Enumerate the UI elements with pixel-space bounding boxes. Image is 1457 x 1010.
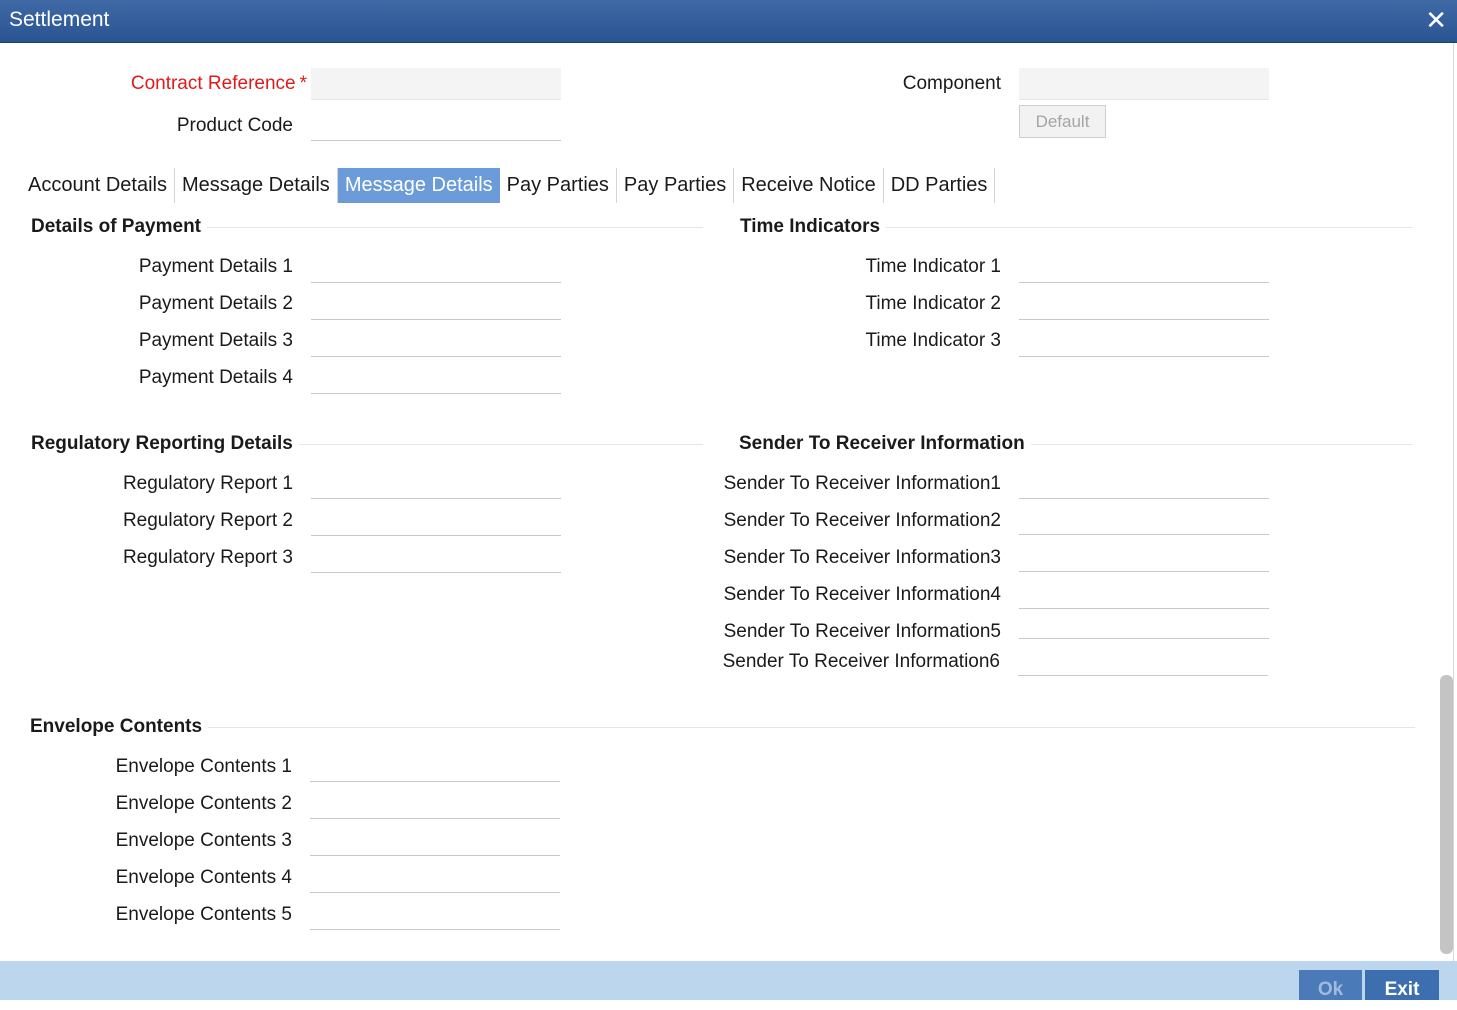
envelope-contents-2-label: Envelope Contents 2 <box>115 793 292 814</box>
regulatory-report-2-label: Regulatory Report 2 <box>122 510 293 531</box>
tab-account-details[interactable]: Account Details <box>21 168 175 203</box>
required-star: * <box>299 73 307 94</box>
tab-pay-parties[interactable]: Pay Parties <box>500 168 617 203</box>
sender-info-5-input[interactable] <box>1019 607 1269 639</box>
exit-button[interactable]: Exit <box>1365 970 1439 1000</box>
payment-details-3-label: Payment Details 3 <box>138 330 293 351</box>
vertical-scrollbar[interactable] <box>1440 675 1453 954</box>
component-label: Component <box>902 73 1001 94</box>
envelope-contents-4-input[interactable] <box>310 861 560 893</box>
envelope-contents-2-input[interactable] <box>310 787 560 819</box>
envelope-contents-3-label: Envelope Contents 3 <box>115 830 292 851</box>
contract-reference-label: Contract Reference * <box>130 73 307 94</box>
time-indicator-3-input[interactable] <box>1019 325 1269 357</box>
product-code-input[interactable] <box>311 109 561 141</box>
section-title-time: Time Indicators <box>740 216 887 238</box>
section-title-envelope: Envelope Contents <box>30 716 209 738</box>
sender-info-1-label: Sender To Receiver Information1 <box>723 473 1001 494</box>
tab-bar: Account Details Message Details Message … <box>21 168 996 203</box>
sender-info-2-label: Sender To Receiver Information2 <box>723 510 1001 531</box>
ok-button[interactable]: Ok <box>1299 970 1362 1000</box>
regulatory-report-2-input[interactable] <box>311 504 561 536</box>
envelope-contents-1-input[interactable] <box>310 750 560 782</box>
envelope-contents-3-input[interactable] <box>310 824 560 856</box>
sender-info-4-input[interactable] <box>1019 577 1269 609</box>
window-title: Settlement <box>9 8 110 31</box>
time-indicator-1-input[interactable] <box>1019 251 1269 283</box>
tab-message-details-active[interactable]: Message Details <box>337 168 500 203</box>
sender-info-2-input[interactable] <box>1019 503 1269 535</box>
sender-info-4-label: Sender To Receiver Information4 <box>723 584 1001 605</box>
payment-details-2-label: Payment Details 2 <box>138 293 293 314</box>
contract-reference-input[interactable] <box>311 68 561 100</box>
component-input[interactable] <box>1019 68 1269 100</box>
payment-details-1-label: Payment Details 1 <box>138 256 293 277</box>
section-title-regulatory: Regulatory Reporting Details <box>31 433 299 455</box>
regulatory-report-1-label: Regulatory Report 1 <box>122 473 293 494</box>
sender-info-3-input[interactable] <box>1019 540 1269 572</box>
payment-details-1-input[interactable] <box>311 251 561 283</box>
payment-details-4-label: Payment Details 4 <box>138 367 293 388</box>
regulatory-report-1-input[interactable] <box>311 467 561 499</box>
payment-details-3-input[interactable] <box>311 325 561 357</box>
sender-info-3-label: Sender To Receiver Information3 <box>723 547 1001 568</box>
time-indicator-1-label: Time Indicator 1 <box>865 256 1001 277</box>
section-title-payment: Details of Payment <box>31 216 207 238</box>
footer-bar <box>0 961 1457 1000</box>
title-bar: Settlement ✕ <box>0 0 1457 43</box>
tab-dd-parties[interactable]: DD Parties <box>884 168 996 203</box>
scroll-track <box>1453 43 1457 961</box>
time-indicator-3-label: Time Indicator 3 <box>865 330 1001 351</box>
default-button[interactable]: Default <box>1019 105 1106 138</box>
sender-info-1-input[interactable] <box>1019 467 1269 499</box>
sender-info-6-label: Sender To Receiver Information6 <box>722 651 1000 672</box>
envelope-contents-4-label: Envelope Contents 4 <box>115 867 292 888</box>
regulatory-report-3-input[interactable] <box>311 541 561 573</box>
sender-info-6-input[interactable] <box>1018 644 1268 676</box>
payment-details-2-input[interactable] <box>311 288 561 320</box>
envelope-contents-1-label: Envelope Contents 1 <box>115 756 292 777</box>
section-divider <box>30 727 1415 728</box>
envelope-contents-5-input[interactable] <box>310 898 560 930</box>
time-indicator-2-input[interactable] <box>1019 288 1269 320</box>
section-title-sender: Sender To Receiver Information <box>739 433 1031 455</box>
payment-details-4-input[interactable] <box>311 362 561 394</box>
product-code-label: Product Code <box>176 115 293 136</box>
tab-receive-notice[interactable]: Receive Notice <box>734 168 884 203</box>
regulatory-report-3-label: Regulatory Report 3 <box>122 547 293 568</box>
tab-message-details[interactable]: Message Details <box>175 168 338 203</box>
close-icon[interactable]: ✕ <box>1425 6 1447 34</box>
tab-pay-parties-2[interactable]: Pay Parties <box>617 168 735 203</box>
time-indicator-2-label: Time Indicator 2 <box>865 293 1001 314</box>
sender-info-5-label: Sender To Receiver Information5 <box>723 621 1001 642</box>
envelope-contents-5-label: Envelope Contents 5 <box>115 904 292 925</box>
